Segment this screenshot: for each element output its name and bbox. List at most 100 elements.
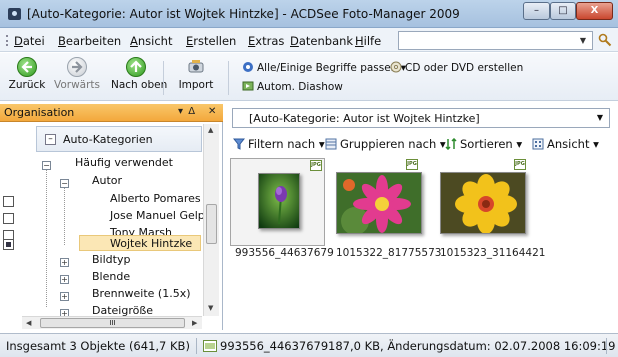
forward-arrow-icon (67, 57, 87, 77)
thumbnail-item[interactable]: JPG (435, 158, 530, 246)
hscroll-thumb[interactable]: III (40, 318, 185, 328)
expander-brennweite[interactable]: + (60, 292, 69, 301)
tree-vertical-scrollbar[interactable]: ▲ ▼ (203, 124, 219, 316)
forward-label: Vorwärts (53, 79, 101, 91)
status-bar: Insgesamt 3 Objekte (641,7 KB) 993556_44… (0, 333, 618, 357)
scroll-up-icon[interactable]: ▲ (208, 126, 213, 134)
path-dropdown[interactable]: [Auto-Kategorie: Autor ist Wojtek Hintzk… (232, 108, 610, 128)
maximize-button[interactable]: □ (550, 2, 576, 20)
import-button[interactable]: Import (172, 57, 220, 91)
menu-datei[interactable]: Datei (14, 34, 45, 48)
title-bar: [Auto-Kategorie: Autor ist Wojtek Hintzk… (0, 0, 618, 28)
pin-icon[interactable]: ▾ Δ (178, 106, 195, 117)
thumbnail-item[interactable]: JPG (230, 158, 325, 246)
menu-ansicht[interactable]: Ansicht (130, 34, 172, 48)
view-label: Ansicht (547, 137, 590, 151)
status-total: Insgesamt 3 Objekte (641,7 KB) (6, 339, 190, 353)
tree-item-autor[interactable]: Autor (92, 174, 122, 187)
tree-item-jose[interactable]: Jose Manuel Gelpi (110, 209, 208, 222)
tree-item-bildtyp[interactable]: Bildtyp (92, 253, 130, 266)
toolbar: Zurück Vorwärts Nach oben Import Alle/Ei… (0, 53, 618, 101)
menu-erstellen[interactable]: Erstellen (186, 34, 236, 48)
jpg-file-icon (203, 340, 217, 352)
status-separator (606, 338, 607, 354)
burn-disc-label: CD oder DVD erstellen (405, 62, 524, 74)
thumbnail-image (440, 172, 526, 234)
tree-item-blende[interactable]: Blende (92, 270, 130, 283)
vscroll-thumb[interactable] (206, 204, 217, 244)
slideshow-label: Autom. Diashow (257, 81, 343, 93)
match-terms-label: Alle/Einige Begriffe passen (257, 62, 398, 74)
status-current-file: 993556_44637679 (220, 339, 329, 353)
expander-blende[interactable]: + (60, 275, 69, 284)
organisation-header: Organisation ▾ Δ ✕ (0, 104, 223, 122)
jpg-badge-icon: JPG (514, 159, 526, 170)
jpg-badge-icon: JPG (310, 160, 322, 171)
collapse-icon[interactable]: – (45, 134, 56, 145)
expander-bildtyp[interactable]: + (60, 258, 69, 267)
back-button[interactable]: Zurück (6, 57, 48, 91)
filter-button[interactable]: Filtern nach ▾ (233, 137, 325, 151)
jpg-badge-icon: JPG (406, 159, 418, 170)
path-label: [Auto-Kategorie: Autor ist Wojtek Hintzk… (249, 112, 480, 125)
tree-item-haeufig-verwendet[interactable]: Häufig verwendet (75, 156, 173, 169)
up-button[interactable]: Nach oben (111, 57, 167, 91)
slideshow-icon (242, 81, 254, 91)
toolbar-separator-2 (228, 61, 229, 95)
menu-grip[interactable] (6, 35, 8, 46)
group-label: Gruppieren nach (340, 137, 437, 151)
tree-item-brennweite[interactable]: Brennweite (1.5x) (92, 287, 191, 300)
scroll-right-icon[interactable]: ▶ (192, 319, 197, 327)
filter-label: Filtern nach (248, 137, 316, 151)
sort-icon (445, 138, 457, 150)
auto-categories-label: Auto-Kategorien (63, 133, 153, 146)
search-dropdown-icon[interactable]: ▼ (576, 33, 590, 48)
match-terms-button[interactable]: Alle/Einige Begriffe passen ▾ (242, 61, 406, 74)
scroll-down-icon[interactable]: ▼ (208, 304, 213, 312)
checkbox-jose[interactable] (3, 213, 14, 224)
thumbnail-filename: 1015323_31164421 (440, 247, 546, 259)
expander-haeufig[interactable]: − (42, 161, 51, 170)
search-input[interactable]: ▼ (398, 31, 593, 50)
back-label: Zurück (8, 79, 46, 91)
menu-datenbank[interactable]: Datenbank (290, 34, 353, 48)
menu-bearbeiten[interactable]: Bearbeiten (58, 34, 121, 48)
filter-icon (233, 138, 245, 150)
organisation-title: Organisation (4, 106, 75, 119)
menu-extras[interactable]: Extras (248, 34, 284, 48)
thumbnail-filename: 993556_44637679 (235, 247, 334, 259)
checkbox-alberto[interactable] (3, 196, 14, 207)
thumbnail-filename: 1015322_81775573 (336, 247, 442, 259)
tree-item-wojtek[interactable]: Wojtek Hintzke (110, 237, 192, 250)
tree-horizontal-scrollbar[interactable]: ◀ III ▶ (22, 316, 202, 329)
minimize-button[interactable]: – (523, 2, 550, 20)
menu-hilfe[interactable]: Hilfe (355, 34, 381, 48)
scroll-left-icon[interactable]: ◀ (26, 319, 31, 327)
disc-icon (390, 61, 402, 73)
up-label: Nach oben (111, 79, 168, 91)
expander-autor[interactable]: − (60, 179, 69, 188)
import-label: Import (178, 79, 214, 91)
back-arrow-icon (17, 57, 37, 77)
close-panel-icon[interactable]: ✕ (208, 106, 216, 117)
tree-line (46, 165, 47, 307)
tree-item-alberto[interactable]: Alberto Pomares G. (110, 192, 216, 205)
group-button[interactable]: Gruppieren nach ▾ (325, 137, 446, 151)
checkbox-wojtek[interactable] (3, 239, 14, 250)
forward-button[interactable]: Vorwärts (53, 57, 101, 91)
close-button[interactable]: X (576, 2, 613, 20)
view-button[interactable]: Ansicht ▾ (532, 137, 599, 151)
file-list-pane: [Auto-Kategorie: Autor ist Wojtek Hintzk… (227, 104, 618, 330)
sort-button[interactable]: Sortieren ▾ (445, 137, 522, 151)
up-arrow-icon (126, 57, 146, 77)
camera-icon (186, 57, 206, 77)
burn-disc-button[interactable]: CD oder DVD erstellen (390, 61, 523, 74)
tree-line (64, 183, 65, 245)
window-title: [Auto-Kategorie: Autor ist Wojtek Hintzk… (27, 7, 460, 21)
app-icon (8, 8, 21, 20)
thumbnail-item[interactable]: JPG (331, 158, 426, 246)
auto-categories-header[interactable]: – Auto-Kategorien (36, 126, 202, 152)
slideshow-button[interactable]: Autom. Diashow (242, 80, 343, 93)
search-icon[interactable] (598, 33, 612, 47)
path-dropdown-icon[interactable]: ▼ (593, 111, 607, 125)
